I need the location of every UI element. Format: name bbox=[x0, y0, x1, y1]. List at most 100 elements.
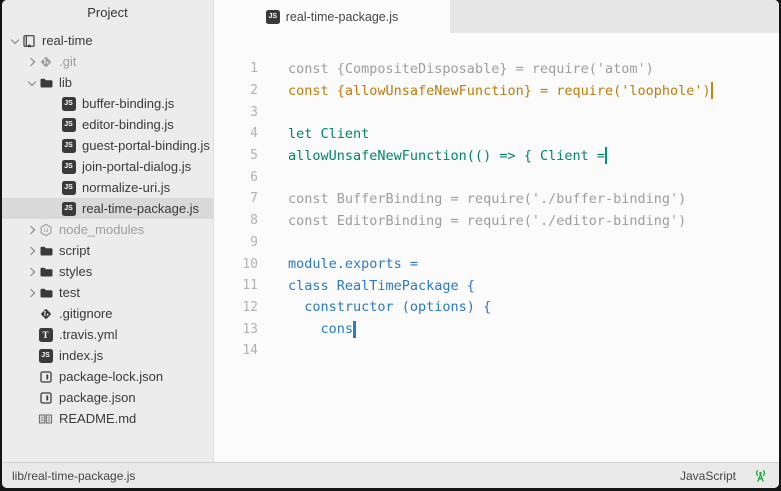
tree-item-real-time[interactable]: real-time bbox=[2, 30, 213, 51]
tree-item-label: real-time-package.js bbox=[82, 201, 199, 216]
tree-item-label: test bbox=[59, 285, 80, 300]
remote-cursor-blue bbox=[353, 321, 356, 338]
line-number: 10 bbox=[214, 257, 258, 272]
tab-bar-empty-area bbox=[450, 0, 779, 33]
tree-item-package-json[interactable]: package.json bbox=[2, 387, 213, 408]
code-line: 3 bbox=[214, 101, 779, 123]
tree-item-travis-yml[interactable]: T .travis.yml bbox=[2, 324, 213, 345]
line-number: 12 bbox=[214, 300, 258, 315]
code-text: const {allowUnsafeNewFunction} = require… bbox=[258, 83, 711, 99]
code-line: 1const {CompositeDisposable} = require('… bbox=[214, 58, 779, 80]
chevron-down-icon[interactable] bbox=[8, 39, 21, 43]
js-file-icon: JS bbox=[61, 138, 76, 153]
tab-real-time-package[interactable]: JS real-time-package.js bbox=[214, 0, 450, 33]
tree-item-package-lock[interactable]: package-lock.json bbox=[2, 366, 213, 387]
tree-item-gitignore[interactable]: .gitignore bbox=[2, 303, 213, 324]
tree-item-index-js[interactable]: JS index.js bbox=[2, 345, 213, 366]
js-file-icon: JS bbox=[266, 10, 280, 24]
node-icon bbox=[38, 222, 53, 237]
code-line: 13 cons bbox=[214, 318, 779, 340]
tree-item-git-folder[interactable]: .git bbox=[2, 51, 213, 72]
atom-window: Project real-time .git bbox=[2, 0, 779, 488]
code-line: 11class RealTimePackage { bbox=[214, 275, 779, 297]
code-line: 10module.exports = bbox=[214, 253, 779, 275]
code-line: 12 constructor (options) { bbox=[214, 297, 779, 319]
tree-item-label: normalize-uri.js bbox=[82, 180, 170, 195]
grammar-selector[interactable]: JavaScript bbox=[680, 469, 736, 483]
chevron-spacer bbox=[25, 374, 38, 379]
tree-item-styles[interactable]: styles bbox=[2, 261, 213, 282]
code-text: module.exports = bbox=[258, 256, 418, 272]
project-sidebar: Project real-time .git bbox=[2, 0, 214, 462]
tree-item-label: editor-binding.js bbox=[82, 117, 174, 132]
chevron-spacer bbox=[25, 311, 38, 316]
tree-item-node-modules[interactable]: node_modules bbox=[2, 219, 213, 240]
repo-icon bbox=[21, 33, 36, 48]
line-number: 8 bbox=[214, 213, 258, 228]
js-file-icon: JS bbox=[61, 96, 76, 111]
chevron-right-icon[interactable] bbox=[25, 248, 38, 254]
code-editor[interactable]: 1const {CompositeDisposable} = require('… bbox=[214, 33, 779, 462]
chevron-spacer bbox=[25, 395, 38, 400]
tree-item-label: node_modules bbox=[59, 222, 144, 237]
js-file-icon: JS bbox=[61, 159, 76, 174]
git-icon bbox=[38, 306, 53, 321]
package-icon bbox=[38, 390, 53, 405]
tree-item-real-time-package[interactable]: JS real-time-package.js bbox=[2, 198, 213, 219]
tree-item-buffer-binding[interactable]: JS buffer-binding.js bbox=[2, 93, 213, 114]
line-number: 9 bbox=[214, 235, 258, 250]
tree-item-label: styles bbox=[59, 264, 92, 279]
folder-icon bbox=[38, 75, 53, 90]
code-line: 14 bbox=[214, 340, 779, 362]
js-file-icon: JS bbox=[61, 117, 76, 132]
tree-item-normalize-uri[interactable]: JS normalize-uri.js bbox=[2, 177, 213, 198]
chevron-spacer bbox=[48, 185, 61, 190]
tree-item-label: real-time bbox=[42, 33, 93, 48]
tab-title: real-time-package.js bbox=[286, 10, 399, 24]
code-line: 7const BufferBinding = require('./buffer… bbox=[214, 188, 779, 210]
sidebar-title: Project bbox=[2, 0, 213, 26]
editor-pane: JS real-time-package.js 1const {Composit… bbox=[214, 0, 779, 462]
package-icon bbox=[38, 369, 53, 384]
tree-item-script[interactable]: script bbox=[2, 240, 213, 261]
chevron-spacer bbox=[48, 101, 61, 106]
code-line: 8const EditorBinding = require('./editor… bbox=[214, 210, 779, 232]
teletype-broadcast-icon[interactable] bbox=[752, 467, 769, 484]
code-text: let Client bbox=[258, 126, 369, 142]
code-text: class RealTimePackage { bbox=[258, 278, 475, 294]
line-number: 14 bbox=[214, 343, 258, 358]
chevron-spacer bbox=[48, 122, 61, 127]
chevron-right-icon[interactable] bbox=[25, 227, 38, 233]
chevron-right-icon[interactable] bbox=[25, 59, 38, 65]
tree-item-editor-binding[interactable]: JS editor-binding.js bbox=[2, 114, 213, 135]
line-number: 2 bbox=[214, 83, 258, 98]
code-line: 4let Client bbox=[214, 123, 779, 145]
chevron-down-icon[interactable] bbox=[25, 81, 38, 85]
chevron-spacer bbox=[48, 164, 61, 169]
tree-item-label: index.js bbox=[59, 348, 103, 363]
code-line: 5allowUnsafeNewFunction(() => { Client = bbox=[214, 145, 779, 167]
tree-item-readme[interactable]: README.md bbox=[2, 408, 213, 429]
tree-item-label: package.json bbox=[59, 390, 136, 405]
code-text: const EditorBinding = require('./editor-… bbox=[258, 213, 686, 229]
status-bar: lib/real-time-package.js JavaScript bbox=[2, 462, 779, 488]
tree-item-test[interactable]: test bbox=[2, 282, 213, 303]
chevron-right-icon[interactable] bbox=[25, 269, 38, 275]
tree-item-guest-portal-binding[interactable]: JS guest-portal-binding.js bbox=[2, 135, 213, 156]
tree-item-lib[interactable]: lib bbox=[2, 72, 213, 93]
line-number: 13 bbox=[214, 322, 258, 337]
code-text: constructor (options) { bbox=[258, 299, 491, 315]
status-file-path: lib/real-time-package.js bbox=[12, 469, 135, 483]
js-file-icon: JS bbox=[61, 201, 76, 216]
js-file-icon: JS bbox=[61, 180, 76, 195]
code-text: cons bbox=[258, 321, 353, 337]
tree-item-label: script bbox=[59, 243, 90, 258]
tree-item-label: join-portal-dialog.js bbox=[82, 159, 191, 174]
tab-bar: JS real-time-package.js bbox=[214, 0, 779, 33]
tree-item-join-portal-dialog[interactable]: JS join-portal-dialog.js bbox=[2, 156, 213, 177]
tree-item-label: .gitignore bbox=[59, 306, 112, 321]
tree-item-label: .git bbox=[59, 54, 76, 69]
code-text: const {CompositeDisposable} = require('a… bbox=[258, 61, 654, 77]
chevron-spacer bbox=[48, 143, 61, 148]
chevron-right-icon[interactable] bbox=[25, 290, 38, 296]
